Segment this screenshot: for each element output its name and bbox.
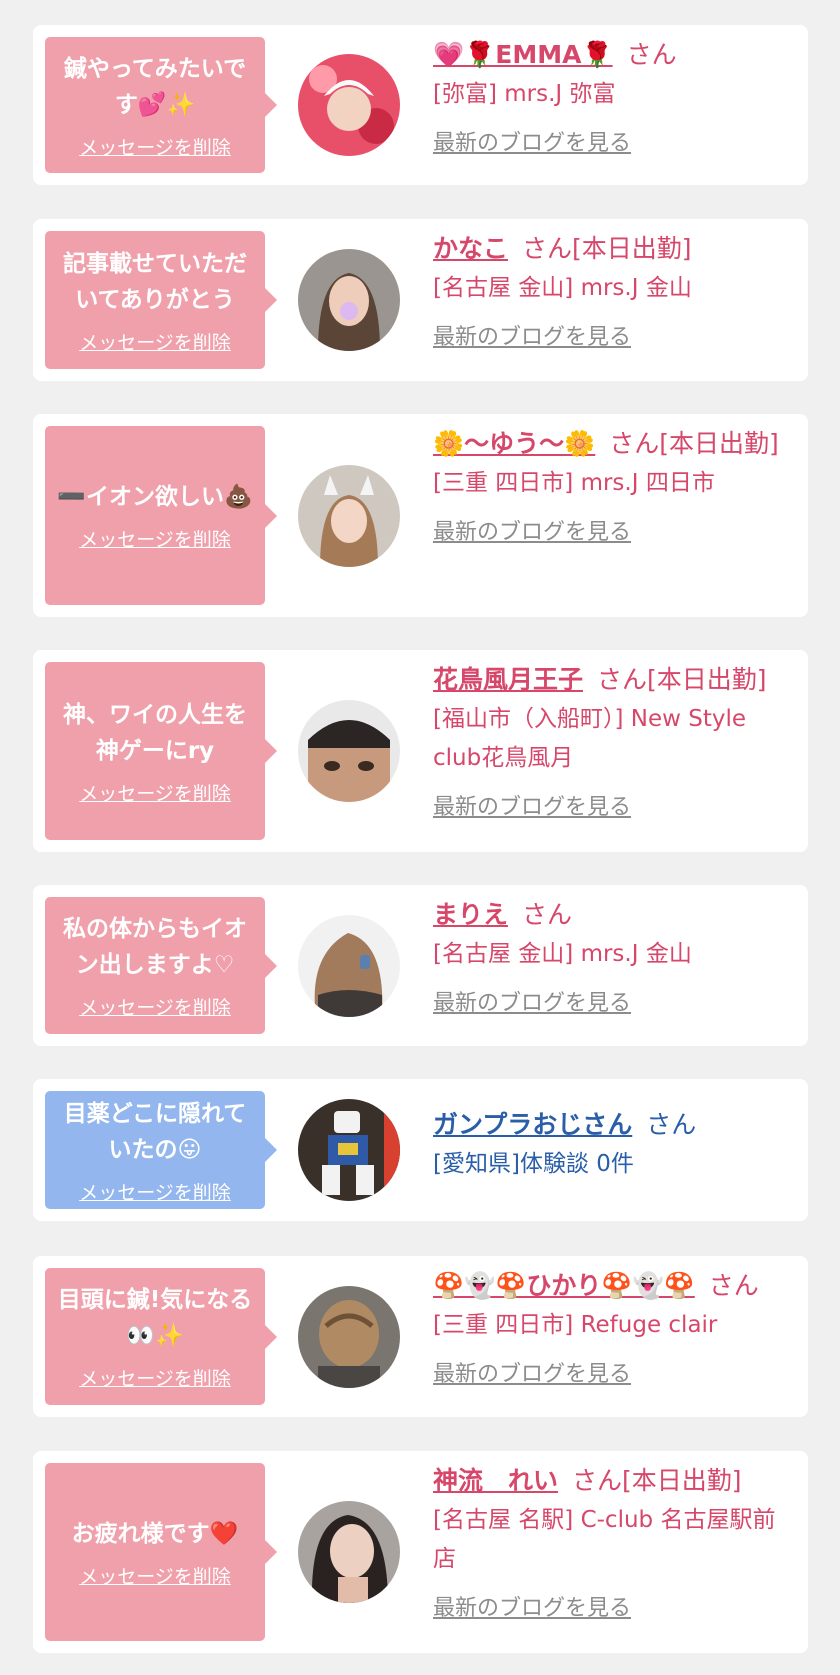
message-bubble: 目薬どこに隠れていたの😛 メッセージを削除 bbox=[45, 1091, 277, 1209]
shop-label: [三重 四日市] mrs.J 四日市 bbox=[433, 470, 715, 496]
delete-message-link[interactable]: メッセージを削除 bbox=[79, 993, 231, 1020]
message-text: 目頭に鍼!気になる👀✨ bbox=[57, 1287, 253, 1349]
message-text: お疲れ様です❤️ bbox=[71, 1520, 239, 1547]
latest-blog-link[interactable]: 最新のブログを見る bbox=[433, 1357, 631, 1393]
message-text: 私の体からもイオン出しますよ♡ bbox=[63, 916, 247, 978]
message-card: 記事載せていただいてありがとう メッセージを削除 かなこ さん[本日出勤] [名古… bbox=[33, 219, 808, 381]
latest-blog-link[interactable]: 最新のブログを見る bbox=[433, 1591, 631, 1627]
message-text: 目薬どこに隠れていたの😛 bbox=[63, 1100, 247, 1163]
name-line: ガンプラおじさん さん bbox=[433, 1105, 792, 1145]
avatar[interactable] bbox=[298, 700, 400, 802]
name-suffix: さん bbox=[646, 1110, 697, 1139]
name-line: 🌼〜ゆう〜🌼 さん[本日出勤] bbox=[433, 424, 792, 464]
profile-info: ガンプラおじさん さん [愛知県]体験談 0件 bbox=[433, 1105, 792, 1184]
shop-label: [三重 四日市] Refuge clair bbox=[433, 1312, 718, 1338]
name-suffix: さん[本日出勤] bbox=[522, 234, 692, 263]
profile-name-link[interactable]: 🍄👻🍄ひかり🍄👻🍄 bbox=[433, 1271, 695, 1300]
delete-message-link[interactable]: メッセージを削除 bbox=[79, 1364, 231, 1391]
avatar[interactable] bbox=[298, 1501, 400, 1603]
delete-message-link[interactable]: メッセージを削除 bbox=[79, 1562, 231, 1589]
shop-label: [弥富] mrs.J 弥富 bbox=[433, 81, 616, 107]
profile-name-link[interactable]: まりえ bbox=[433, 900, 508, 929]
name-suffix: さん[本日出勤] bbox=[609, 429, 779, 458]
latest-blog-link[interactable]: 最新のブログを見る bbox=[433, 126, 631, 162]
message-card: 私の体からもイオン出しますよ♡ メッセージを削除 まりえ さん [名古屋 金山] … bbox=[33, 885, 808, 1046]
name-line: 神流 れい さん[本日出勤] bbox=[433, 1461, 792, 1501]
name-suffix: さん bbox=[522, 900, 573, 929]
shop-label: [福山市（入船町）] New Style club花鳥風月 bbox=[433, 706, 747, 771]
name-suffix: さん[本日出勤] bbox=[572, 1466, 742, 1495]
profile-info: 神流 れい さん[本日出勤] [名古屋 名駅] C-club 名古屋駅前店 最新の… bbox=[433, 1461, 792, 1627]
message-card-list: 鍼やってみたいです💕✨ メッセージを削除 💗🌹EMMA🌹 さん [弥富] mrs.… bbox=[0, 0, 840, 1675]
delete-message-link[interactable]: メッセージを削除 bbox=[79, 525, 231, 552]
message-text: 記事載せていただいてありがとう bbox=[63, 250, 247, 313]
profile-info: 花鳥風月王子 さん[本日出勤] [福山市（入船町）] New Style club… bbox=[433, 660, 792, 826]
message-card: 目頭に鍼!気になる👀✨ メッセージを削除 🍄👻🍄ひかり🍄👻🍄 さん [三重 四日市… bbox=[33, 1256, 808, 1417]
avatar[interactable] bbox=[298, 1099, 400, 1201]
message-text: 神、ワイの人生を神ゲーにry bbox=[63, 701, 247, 764]
avatar[interactable] bbox=[298, 249, 400, 351]
delete-message-link[interactable]: メッセージを削除 bbox=[79, 779, 231, 806]
delete-message-link[interactable]: メッセージを削除 bbox=[79, 328, 231, 355]
shop-label: [愛知県]体験談 0件 bbox=[433, 1151, 634, 1177]
name-suffix: さん bbox=[708, 1271, 759, 1300]
message-bubble: 鍼やってみたいです💕✨ メッセージを削除 bbox=[45, 37, 277, 173]
name-line: まりえ さん bbox=[433, 895, 792, 935]
profile-name-link[interactable]: かなこ bbox=[433, 234, 508, 263]
name-suffix: さん[本日出勤] bbox=[597, 665, 767, 694]
message-bubble: 記事載せていただいてありがとう メッセージを削除 bbox=[45, 231, 277, 369]
shop-label: [名古屋 金山] mrs.J 金山 bbox=[433, 941, 692, 967]
profile-info: 💗🌹EMMA🌹 さん [弥富] mrs.J 弥富 最新のブログを見る bbox=[433, 35, 792, 162]
message-card: 目薬どこに隠れていたの😛 メッセージを削除 ガンプラおじさん さん [愛知県]体験… bbox=[33, 1079, 808, 1221]
message-bubble: 私の体からもイオン出しますよ♡ メッセージを削除 bbox=[45, 897, 277, 1034]
shop-label: [名古屋 金山] mrs.J 金山 bbox=[433, 275, 692, 301]
profile-name-link[interactable]: 神流 れい bbox=[433, 1466, 558, 1495]
name-line: 🍄👻🍄ひかり🍄👻🍄 さん bbox=[433, 1266, 792, 1306]
latest-blog-link[interactable]: 最新のブログを見る bbox=[433, 320, 631, 356]
name-line: 花鳥風月王子 さん[本日出勤] bbox=[433, 660, 792, 700]
message-bubble: ➖イオン欲しい💩 メッセージを削除 bbox=[45, 426, 277, 605]
avatar[interactable] bbox=[298, 54, 400, 156]
profile-info: 🌼〜ゆう〜🌼 さん[本日出勤] [三重 四日市] mrs.J 四日市 最新のブログ… bbox=[433, 424, 792, 551]
name-suffix: さん bbox=[626, 40, 677, 69]
name-line: 💗🌹EMMA🌹 さん bbox=[433, 35, 792, 75]
message-text: 鍼やってみたいです💕✨ bbox=[63, 55, 247, 118]
latest-blog-link[interactable]: 最新のブログを見る bbox=[433, 986, 631, 1022]
profile-name-link[interactable]: 🌼〜ゆう〜🌼 bbox=[433, 429, 595, 458]
name-line: かなこ さん[本日出勤] bbox=[433, 229, 792, 269]
profile-name-link[interactable]: 💗🌹EMMA🌹 bbox=[433, 40, 613, 69]
message-card: 鍼やってみたいです💕✨ メッセージを削除 💗🌹EMMA🌹 さん [弥富] mrs.… bbox=[33, 25, 808, 185]
avatar[interactable] bbox=[298, 914, 400, 1017]
message-bubble: お疲れ様です❤️ メッセージを削除 bbox=[45, 1463, 277, 1641]
profile-info: まりえ さん [名古屋 金山] mrs.J 金山 最新のブログを見る bbox=[433, 895, 792, 1022]
delete-message-link[interactable]: メッセージを削除 bbox=[79, 1178, 231, 1205]
avatar[interactable] bbox=[298, 1285, 400, 1388]
message-text: ➖イオン欲しい💩 bbox=[57, 484, 253, 510]
delete-message-link[interactable]: メッセージを削除 bbox=[79, 133, 231, 160]
message-card: お疲れ様です❤️ メッセージを削除 神流 れい さん[本日出勤] [名古屋 名駅]… bbox=[33, 1451, 808, 1653]
latest-blog-link[interactable]: 最新のブログを見る bbox=[433, 790, 631, 826]
avatar[interactable] bbox=[298, 464, 400, 567]
profile-name-link[interactable]: ガンプラおじさん bbox=[433, 1110, 632, 1139]
message-bubble: 目頭に鍼!気になる👀✨ メッセージを削除 bbox=[45, 1268, 277, 1405]
shop-label: [名古屋 名駅] C-club 名古屋駅前店 bbox=[433, 1507, 776, 1572]
message-card: ➖イオン欲しい💩 メッセージを削除 🌼〜ゆう〜🌼 さん[本日出勤] [三重 四日市… bbox=[33, 414, 808, 617]
message-bubble: 神、ワイの人生を神ゲーにry メッセージを削除 bbox=[45, 662, 277, 840]
profile-name-link[interactable]: 花鳥風月王子 bbox=[433, 665, 583, 694]
profile-info: かなこ さん[本日出勤] [名古屋 金山] mrs.J 金山 最新のブログを見る bbox=[433, 229, 792, 356]
message-card: 神、ワイの人生を神ゲーにry メッセージを削除 花鳥風月王子 さん[本日出勤] [… bbox=[33, 650, 808, 852]
latest-blog-link[interactable]: 最新のブログを見る bbox=[433, 515, 631, 551]
profile-info: 🍄👻🍄ひかり🍄👻🍄 さん [三重 四日市] Refuge clair 最新のブログ… bbox=[433, 1266, 792, 1393]
